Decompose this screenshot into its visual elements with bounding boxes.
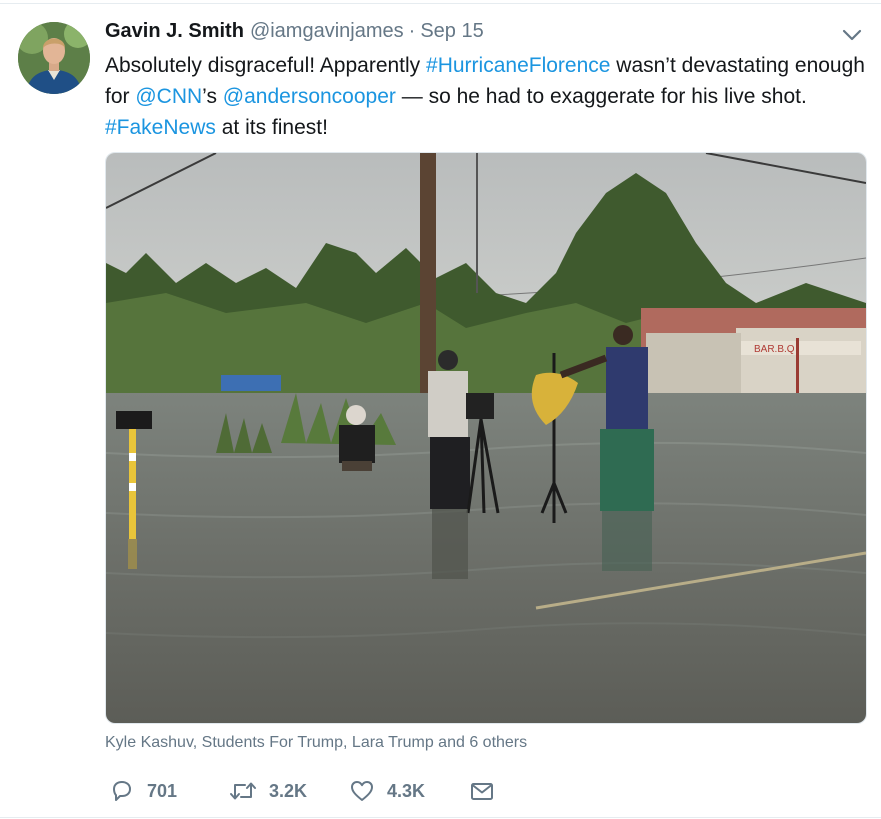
envelope-icon: [471, 783, 493, 800]
avatar-image: [18, 22, 90, 94]
author-name[interactable]: Gavin J. Smith: [105, 20, 244, 43]
chevron-down-icon[interactable]: [842, 28, 862, 42]
hashtag-hurricaneflorence[interactable]: #HurricaneFlorence: [426, 54, 610, 77]
mention-andersoncooper[interactable]: @andersoncooper: [223, 85, 396, 108]
retweet-count: 3.2K: [269, 780, 308, 801]
reply-count: 701: [147, 780, 178, 801]
tweet-header: Gavin J. Smith @iamgavinjames · Sep 15: [105, 20, 484, 46]
reply-button[interactable]: 701: [109, 776, 177, 806]
svg-text:BAR.B.Q: BAR.B.Q: [754, 344, 795, 355]
direct-message-button[interactable]: [469, 776, 507, 806]
like-button[interactable]: 4.3K: [349, 776, 425, 806]
avatar[interactable]: [18, 22, 90, 94]
hashtag-fakenews[interactable]: #FakeNews: [105, 116, 216, 139]
author-handle[interactable]: @iamgavinjames: [250, 20, 404, 43]
like-count: 4.3K: [387, 780, 426, 801]
divider-top: [0, 3, 881, 4]
tweet-text-part4: — so he had to exaggerate for his live s…: [395, 85, 807, 108]
tweet-date[interactable]: Sep 15: [420, 20, 483, 43]
separator-dot: ·: [408, 20, 416, 42]
liked-by-text[interactable]: Kyle Kashuv, Students For Trump, Lara Tr…: [105, 734, 527, 752]
mention-cnn[interactable]: @CNN: [135, 85, 202, 108]
tweet-photo[interactable]: BAR.B.Q: [105, 152, 867, 724]
tweet-text-part3: ’s: [202, 85, 223, 108]
retweet-button[interactable]: 3.2K: [229, 776, 307, 806]
tweet-text-part1: Absolutely disgraceful! Apparently: [105, 54, 427, 77]
divider-bottom: [0, 817, 881, 818]
flood-photo: BAR.B.Q: [106, 153, 866, 723]
tweet-card[interactable]: Gavin J. Smith @iamgavinjames · Sep 15 A…: [0, 0, 881, 819]
tweet-text-part5: at its finest!: [215, 116, 328, 139]
reply-icon: [113, 781, 131, 801]
heart-icon: [351, 781, 373, 801]
tweet-text: Absolutely disgraceful! Apparently #Hurr…: [105, 50, 875, 143]
retweet-icon: [230, 782, 256, 800]
